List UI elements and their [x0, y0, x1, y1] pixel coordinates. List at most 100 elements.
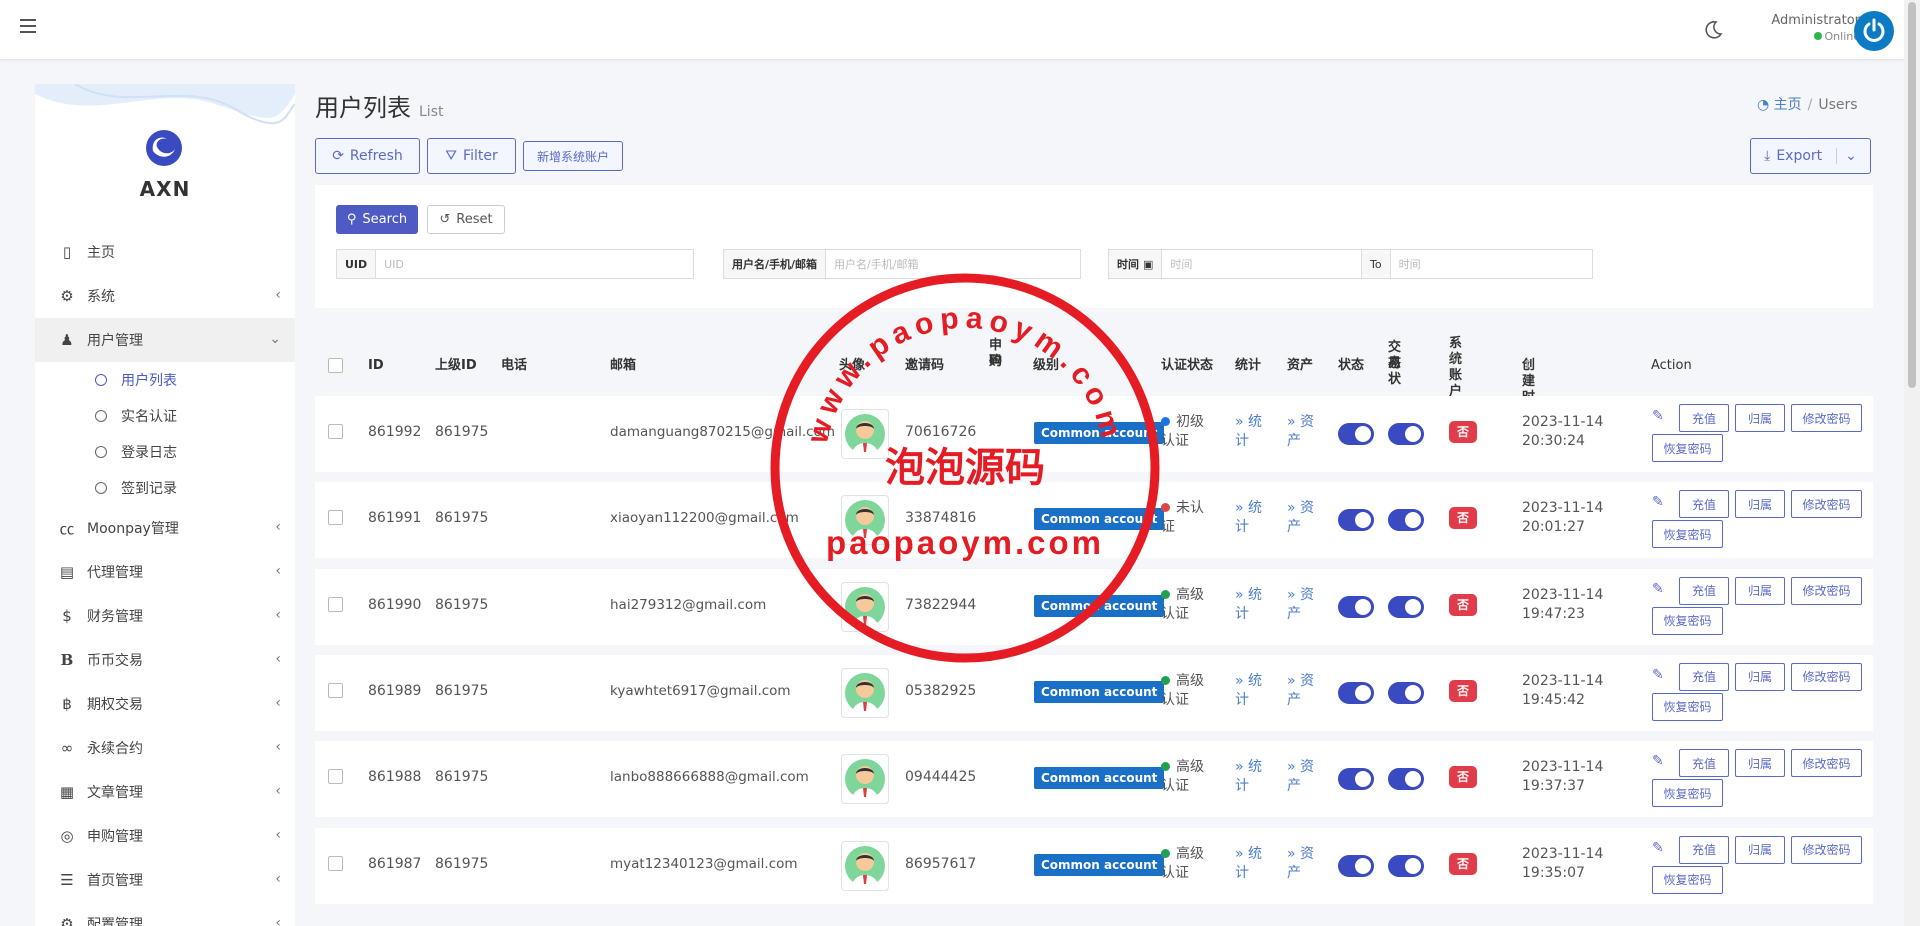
cell-avatar[interactable]	[841, 667, 889, 718]
edit-pencil-icon[interactable]: ✎	[1652, 667, 1664, 683]
attribution-button[interactable]: 归属	[1735, 835, 1785, 864]
edit-pencil-icon[interactable]: ✎	[1652, 494, 1664, 510]
attribution-button[interactable]: 归属	[1735, 662, 1785, 691]
change-password-button[interactable]: 修改密码	[1791, 749, 1862, 778]
reset-password-button[interactable]: 恢复密码	[1652, 692, 1723, 721]
page-scrollbar[interactable]	[1904, 0, 1920, 926]
sidebar-subitem-checkin[interactable]: 签到记录	[35, 470, 295, 506]
edit-pencil-icon[interactable]: ✎	[1652, 581, 1664, 597]
user-info[interactable]: Administrator Online	[1750, 13, 1860, 43]
stats-link[interactable]: » 统计	[1235, 499, 1262, 537]
stats-link[interactable]: » 统计	[1235, 758, 1262, 796]
cell-avatar[interactable]	[841, 409, 889, 459]
search-button[interactable]: ⚲ Search	[336, 205, 418, 234]
refresh-button[interactable]: ⟳ Refresh	[315, 138, 420, 174]
assets-link[interactable]: » 资产	[1287, 758, 1314, 796]
assets-link[interactable]: » 资产	[1287, 413, 1314, 451]
trade-status-toggle[interactable]	[1388, 595, 1424, 618]
row-checkbox[interactable]	[328, 769, 343, 785]
row-checkbox[interactable]	[328, 424, 343, 439]
assets-link[interactable]: » 资产	[1287, 845, 1314, 883]
trade-status-toggle[interactable]	[1388, 423, 1424, 445]
status-toggle[interactable]	[1338, 423, 1374, 445]
status-toggle[interactable]	[1338, 854, 1374, 877]
stats-link[interactable]: » 统计	[1235, 586, 1262, 624]
time-from-input[interactable]: 时间	[1162, 250, 1361, 278]
sidebar-item-spot[interactable]: B 币币交易 ‹	[35, 638, 295, 682]
trade-status-toggle[interactable]	[1388, 509, 1424, 532]
cell-avatar[interactable]	[841, 840, 889, 891]
reset-password-button[interactable]: 恢复密码	[1652, 865, 1723, 894]
filter-icon[interactable]: ⛛	[1449, 352, 1460, 368]
reset-password-button[interactable]: 恢复密码	[1652, 779, 1723, 808]
recharge-button[interactable]: 充值	[1679, 749, 1729, 778]
sidebar-item-homepage[interactable]: ☰ 首页管理 ‹	[35, 858, 295, 902]
change-password-button[interactable]: 修改密码	[1791, 835, 1862, 864]
assets-link[interactable]: » 资产	[1287, 499, 1314, 537]
trade-status-toggle[interactable]	[1388, 681, 1424, 704]
sidebar-item-perpetual[interactable]: ∞ 永续合约 ‹	[35, 726, 295, 770]
status-toggle[interactable]	[1338, 681, 1374, 704]
change-password-button[interactable]: 修改密码	[1791, 662, 1862, 691]
trade-status-toggle[interactable]	[1388, 768, 1424, 791]
sidebar-subitem-login-log[interactable]: 登录日志	[35, 434, 295, 470]
cell-avatar[interactable]	[841, 495, 889, 546]
row-checkbox[interactable]	[328, 855, 343, 871]
attribution-button[interactable]: 归属	[1735, 749, 1785, 778]
reset-button[interactable]: ↺ Reset	[427, 205, 505, 234]
status-toggle[interactable]	[1338, 509, 1374, 532]
change-password-button[interactable]: 修改密码	[1791, 576, 1862, 605]
username-input[interactable]: 用户名/手机/邮箱	[826, 250, 1080, 278]
recharge-button[interactable]: 充值	[1679, 662, 1729, 691]
stats-link[interactable]: » 统计	[1235, 845, 1262, 883]
uid-input[interactable]: UID	[376, 250, 693, 278]
row-checkbox[interactable]	[328, 682, 343, 698]
user-avatar[interactable]	[1854, 11, 1894, 51]
breadcrumb-home[interactable]: 主页	[1774, 97, 1802, 113]
sidebar-item-home[interactable]: ▯ 主页	[35, 230, 295, 274]
export-button[interactable]: ⤓ Export ⌄	[1750, 138, 1871, 174]
stats-link[interactable]: » 统计	[1235, 413, 1262, 451]
stats-link[interactable]: » 统计	[1235, 672, 1262, 710]
sidebar-item-system[interactable]: ⚙ 系统 ‹	[35, 274, 295, 318]
edit-pencil-icon[interactable]: ✎	[1652, 753, 1664, 769]
row-checkbox[interactable]	[328, 596, 343, 612]
attribution-button[interactable]: 归属	[1735, 404, 1785, 432]
reset-password-button[interactable]: 恢复密码	[1652, 606, 1723, 635]
attribution-button[interactable]: 归属	[1735, 576, 1785, 605]
change-password-button[interactable]: 修改密码	[1791, 404, 1862, 432]
time-to-input[interactable]: 时间	[1391, 250, 1592, 278]
cell-avatar[interactable]	[841, 581, 889, 632]
edit-pencil-icon[interactable]: ✎	[1652, 408, 1664, 424]
select-all-checkbox[interactable]	[328, 358, 343, 373]
sidebar-item-finance[interactable]: $ 财务管理 ‹	[35, 594, 295, 638]
recharge-button[interactable]: 充值	[1679, 404, 1729, 432]
sidebar-subitem-verification[interactable]: 实名认证	[35, 398, 295, 434]
row-checkbox[interactable]	[328, 510, 343, 526]
reset-password-button[interactable]: 恢复密码	[1652, 520, 1723, 549]
sidebar-item-agent[interactable]: ▤ 代理管理 ‹	[35, 550, 295, 594]
reset-password-button[interactable]: 恢复密码	[1652, 434, 1723, 462]
filter-button[interactable]: ⛛ Filter	[427, 138, 516, 174]
recharge-button[interactable]: 充值	[1679, 490, 1729, 519]
hamburger-menu-icon[interactable]	[20, 19, 36, 33]
edit-pencil-icon[interactable]: ✎	[1652, 840, 1664, 856]
assets-link[interactable]: » 资产	[1287, 586, 1314, 624]
sidebar-subitem-user-list[interactable]: 用户列表	[35, 362, 295, 398]
recharge-button[interactable]: 充值	[1679, 835, 1729, 864]
assets-link[interactable]: » 资产	[1287, 672, 1314, 710]
sidebar-item-users[interactable]: ♟ 用户管理 ⌄	[35, 318, 295, 362]
add-system-account-button[interactable]: 新增系统账户	[523, 141, 623, 171]
trade-status-toggle[interactable]	[1388, 854, 1424, 877]
status-toggle[interactable]	[1338, 768, 1374, 791]
sidebar-item-options[interactable]: ฿期权交易 ‹	[35, 682, 295, 726]
dark-mode-moon-icon[interactable]	[1703, 20, 1723, 40]
recharge-button[interactable]: 充值	[1679, 576, 1729, 605]
sidebar-item-config[interactable]: ⚙ 配置管理 ‹	[35, 902, 295, 926]
cell-avatar[interactable]	[841, 754, 889, 805]
sidebar-item-subscription[interactable]: ◎ 申购管理 ‹	[35, 814, 295, 858]
attribution-button[interactable]: 归属	[1735, 490, 1785, 519]
sidebar-item-articles[interactable]: ▦ 文章管理 ‹	[35, 770, 295, 814]
change-password-button[interactable]: 修改密码	[1791, 490, 1862, 519]
sort-arrow-up-icon[interactable]: ↑	[1522, 358, 1533, 374]
